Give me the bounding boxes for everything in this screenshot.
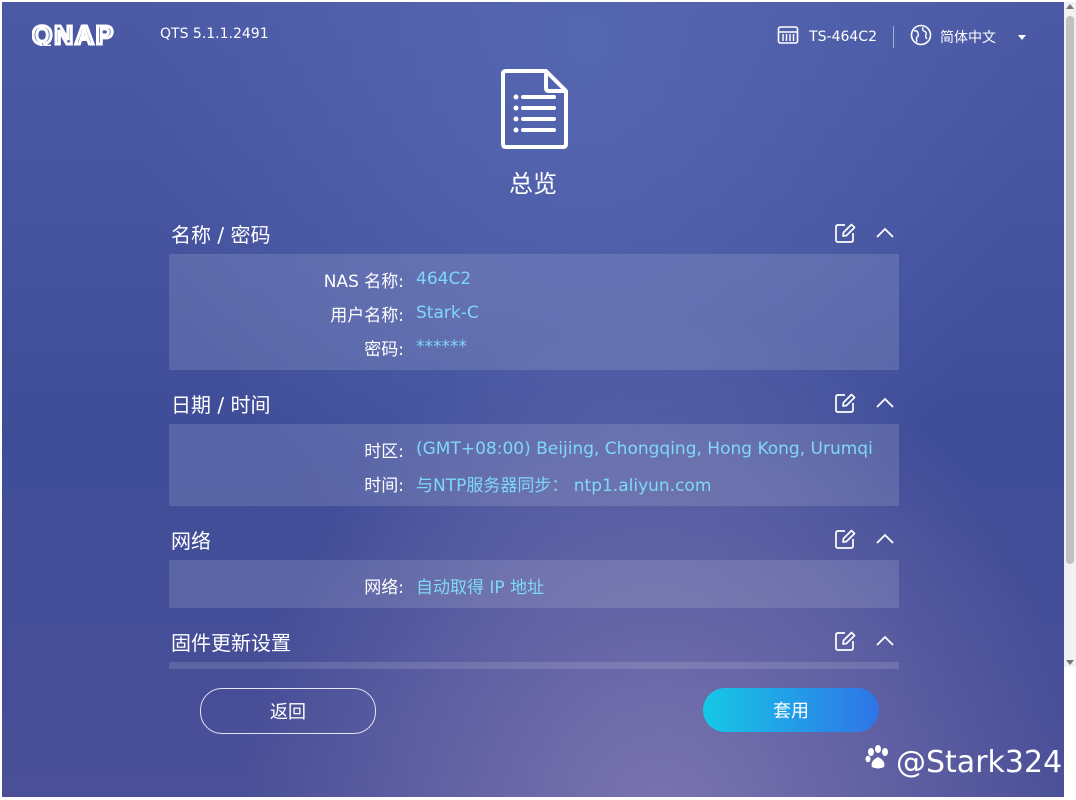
paw-icon [864,744,892,780]
scroll-thumb[interactable] [1066,16,1074,564]
section-firmware-update: 固件更新设置 [169,620,899,669]
edit-icon[interactable] [833,527,857,551]
page-title: 总览 [509,170,557,198]
edit-icon[interactable] [833,629,857,653]
apply-button[interactable]: 套用 [703,688,879,732]
version-label: QTS 5.1.1.2491 [160,26,269,42]
device-info: TS-464C2 [777,25,877,49]
watermark-text: @Stark324 [896,744,1063,780]
summary-content[interactable]: 名称 / 密码 NAS 名称: 464C2 用户名称: Stark-C 密码: ***… [169,212,899,669]
section-title: 网络 [171,528,211,553]
field-row: 时间: 与NTP服务器同步： ntp1.aliyun.com [169,466,899,500]
svg-text:QNAP: QNAP [32,24,115,46]
field-label: 时区: [364,441,404,462]
section-title: 名称 / 密码 [171,222,271,247]
field-label: 用户名称: [330,305,404,326]
qnap-logo: QNAP [31,19,150,52]
field-row: 网络: 自动取得 IP 地址 [169,568,899,602]
section-name-password: 名称 / 密码 NAS 名称: 464C2 用户名称: Stark-C 密码: ***… [169,212,899,370]
section-date-time: 日期 / 时间 时区: (GMT+08:00) Beijing, Chongqin… [169,382,899,506]
edit-icon[interactable] [833,391,857,415]
section-body: 网络: 自动取得 IP 地址 [169,560,899,608]
field-label: 网络: [364,577,404,598]
field-row: 密码: ****** [169,330,899,364]
field-value: (GMT+08:00) Beijing, Chongqing, Hong Kon… [416,439,873,459]
field-value: ****** [416,337,467,357]
section-header: 日期 / 时间 [169,382,899,424]
section-title: 日期 / 时间 [171,392,271,417]
section-network: 网络 网络: 自动取得 IP 地址 [169,518,899,608]
field-value: 自动取得 IP 地址 [416,577,545,598]
language-label: 简体中文 [940,30,996,46]
back-button[interactable]: 返回 [200,688,376,734]
section-title: 固件更新设置 [171,630,291,655]
chevron-down-icon [1018,34,1026,40]
collapse-chevron-up-icon[interactable] [873,527,897,551]
top-right-bar: TS-464C2 简体中文 [777,24,1026,50]
field-row: 用户名称: Stark-C [169,296,899,330]
field-label: NAS 名称: [323,271,404,292]
section-header: 名称 / 密码 [169,212,899,254]
section-header: 网络 [169,518,899,560]
scroll-up-arrow-icon[interactable] [1066,4,1074,9]
collapse-chevron-up-icon[interactable] [873,221,897,245]
collapse-chevron-up-icon[interactable] [873,391,897,415]
nas-device-icon [777,25,799,49]
field-row: 时区: (GMT+08:00) Beijing, Chongqing, Hong … [169,432,899,466]
collapse-chevron-up-icon[interactable] [873,629,897,653]
field-label: 时间: [364,475,404,496]
setup-window: QNAP QTS 5.1.1.2491 TS-464C2 简体中文 总览 名称 … [2,2,1064,797]
scroll-down-arrow-icon[interactable] [1066,660,1074,665]
field-value: Stark-C [416,303,479,323]
scrollbar[interactable] [1064,2,1076,667]
language-selector[interactable]: 简体中文 [910,24,1026,50]
section-body: 时区: (GMT+08:00) Beijing, Chongqing, Hong … [169,424,899,506]
field-value: 464C2 [416,269,472,289]
field-value: 与NTP服务器同步： ntp1.aliyun.com [416,475,712,496]
section-header: 固件更新设置 [169,620,899,662]
device-name: TS-464C2 [809,29,877,45]
field-row: NAS 名称: 464C2 [169,262,899,296]
section-body: NAS 名称: 464C2 用户名称: Stark-C 密码: ****** [169,254,899,370]
edit-icon[interactable] [833,221,857,245]
header-separator [893,26,894,48]
field-label: 密码: [364,339,404,360]
globe-icon [910,24,932,50]
document-list-icon [500,68,570,154]
section-body [169,662,899,669]
watermark: @Stark324 [864,744,1062,780]
